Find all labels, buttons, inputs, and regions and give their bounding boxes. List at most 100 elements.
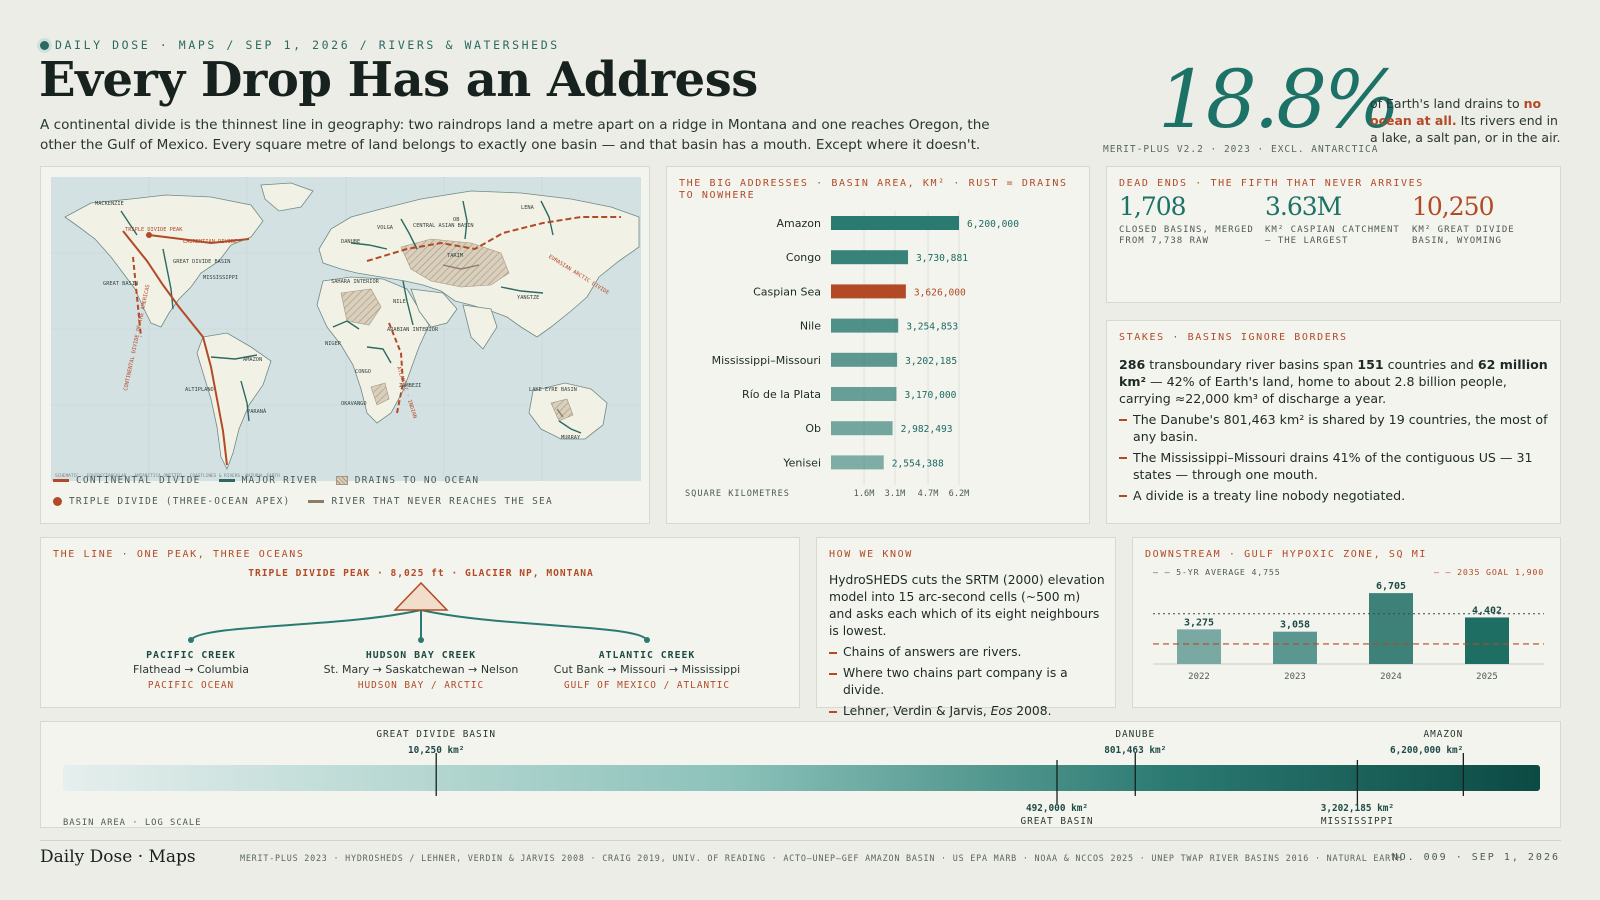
label-ob: OB (453, 217, 459, 223)
stat-closed-basins: 1,708 CLOSED BASINS, MERGED FROM 7,738 R… (1119, 192, 1259, 246)
label-lena: LENA (521, 205, 535, 211)
how-bullet: Chains of answers are rivers. (829, 644, 1105, 661)
cite-year: 2008. (1012, 704, 1052, 718)
bar-category-label: Nile (800, 320, 821, 333)
stakes-body: 286 transboundary river basins span 151 … (1119, 356, 1549, 504)
stakes-n2: 151 (1357, 357, 1384, 372)
hypoxic-bar (1369, 593, 1413, 664)
world-map-card: MACKENZIE TRIPLE DIVIDE PEAK LAURENTIAN … (40, 166, 650, 524)
branch-ocean: GULF OF MEXICO / ATLANTIC (564, 680, 730, 691)
hypoxic-bar (1177, 629, 1221, 664)
scale-point-value: 492,000 km² (1026, 803, 1088, 814)
legend-never-sea-label: RIVER THAT NEVER REACHES THE SEA (331, 496, 553, 507)
map-legend-row-1: CONTINENTAL DIVIDE MAJOR RIVER DRAINS TO… (53, 475, 479, 486)
label-laurentian: LAURENTIAN DIVIDE (183, 239, 237, 245)
hero-note: MERIT-PLUS V2.2 · 2023 · EXCL. ANTARCTIC… (1103, 144, 1379, 155)
how-caption: HOW WE KNOW (829, 549, 913, 560)
label-yangtze: YANGTZE (517, 295, 539, 301)
stakes-bullet: A divide is a treaty line nobody negotia… (1119, 487, 1549, 504)
log-scale-card: BASIN AREA · LOG SCALE GREAT DIVIDE BASI… (40, 721, 1561, 828)
label-tarim: TARIM (447, 253, 463, 259)
label-niger: NIGER (325, 341, 342, 347)
branch-ocean: PACIFIC OCEAN (148, 680, 234, 691)
stakes-bullet: The Danube's 801,463 km² is shared by 19… (1119, 411, 1549, 445)
footer-sources: MERIT-PLUS 2023 · HYDROSHEDS / LEHNER, V… (240, 853, 1403, 863)
branch-name: HUDSON BAY CREEK (366, 650, 476, 661)
how-paragraph: HydroSHEDS cuts the SRTM (2000) elevatio… (829, 573, 1105, 638)
bar (831, 421, 893, 436)
bar-tick-label: 4.7M (918, 489, 939, 499)
map-legend-row-2: TRIPLE DIVIDE (THREE-OCEAN APEX) RIVER T… (53, 496, 553, 507)
bar (831, 216, 959, 230)
stakes-t3: — 42% of Earth's land, home to about 2.8… (1119, 374, 1507, 406)
page-title: Every Drop Has an Address (39, 52, 758, 108)
bar-tick-label: 6.2M (949, 489, 970, 499)
avg-legend: — — 5-YR AVERAGE 4,755 (1153, 567, 1281, 577)
branch-name: PACIFIC CREEK (146, 650, 236, 661)
stat-caspian: 3.63M KM² CASPIAN CATCHMENT — THE LARGES… (1265, 192, 1405, 246)
legend-river-label: MAJOR RIVER (241, 475, 318, 486)
stat-great-divide-value: 10,250 (1412, 192, 1494, 221)
branch-atlantic (420, 609, 648, 641)
bar (831, 352, 898, 367)
bar-category-label: Río de la Plata (742, 388, 821, 401)
peak-triangle-icon (393, 581, 449, 611)
footer-rule (40, 840, 1561, 841)
label-murray: MURRAY (561, 435, 581, 441)
how-we-know-card: HOW WE KNOW HydroSHEDS cuts the SRTM (20… (816, 537, 1116, 718)
stakes-paragraph: 286 transboundary river basins span 151 … (1119, 356, 1549, 407)
hypoxic-bar (1465, 617, 1509, 664)
stat-great-divide: 10,250 KM² GREAT DIVIDE BASIN, WYOMING (1412, 192, 1552, 246)
label-mackenzie: MACKENZIE (95, 201, 124, 207)
bar (831, 284, 906, 299)
label-arabian: ARABIAN INTERIOR (387, 327, 439, 333)
stat-closed-basins-label: CLOSED BASINS, MERGED FROM 7,738 RAW (1119, 225, 1254, 246)
legend-continental-label: CONTINENTAL DIVIDE (76, 475, 201, 486)
kicker-text: DAILY DOSE · MAPS / SEP 1, 2026 / RIVERS… (55, 38, 560, 52)
stat-closed-basins-value: 1,708 (1119, 192, 1187, 221)
hero-text-pre: of Earth's land drains to (1370, 96, 1524, 111)
label-lake-eyre: LAKE EYRE BASIN (529, 387, 577, 393)
how-bullet: Where two chains part company is a divid… (829, 665, 1105, 699)
label-sahara: SAHARA INTERIOR (331, 279, 380, 285)
hypoxic-value-label: 6,705 (1376, 581, 1406, 592)
scale-point-value: 3,202,185 km² (1321, 803, 1394, 814)
continental-divide-swatch-icon (53, 479, 69, 482)
scale-point-name: MISSISSIPPI (1321, 816, 1394, 827)
bar-axis-label: SQUARE KILOMETRES (685, 489, 790, 499)
basin-area-log-scale: BASIN AREA · LOG SCALE GREAT DIVIDE BASI… (63, 729, 1540, 828)
scale-bar (63, 765, 1540, 791)
bar-value-label: 3,730,881 (916, 253, 968, 264)
scale-point-name: GREAT DIVIDE BASIN (376, 729, 496, 740)
bar-category-label: Ob (805, 422, 821, 435)
legend-never-sea: RIVER THAT NEVER REACHES THE SEA (308, 496, 552, 507)
goal-legend: — — 2035 GOAL 1,900 (1434, 567, 1544, 577)
triple-divide-dot-icon (53, 497, 62, 506)
legend-triple-label: TRIPLE DIVIDE (THREE-OCEAN APEX) (69, 496, 291, 507)
hypoxic-zone-card: DOWNSTREAM · GULF HYPOXIC ZONE, SQ MI — … (1132, 537, 1561, 708)
legend-river: MAJOR RIVER (218, 475, 318, 486)
basin-area-bar-chart: Amazon 6,200,000 Congo 3,730,881 Caspian Sea… (685, 211, 1019, 499)
label-volga: VOLGA (377, 225, 394, 231)
scale-axis-label: BASIN AREA · LOG SCALE (63, 818, 202, 828)
footer-issue: NO. 009 · SEP 1, 2026 (1391, 852, 1560, 863)
hypoxic-value-label: 3,058 (1280, 620, 1310, 631)
hypoxic-year-label: 2025 (1476, 672, 1498, 682)
label-danube: DANUBE (341, 239, 360, 245)
stat-great-divide-label: KM² GREAT DIVIDE BASIN, WYOMING (1412, 225, 1515, 246)
stat-caspian-label: KM² CASPIAN CATCHMENT — THE LARGEST (1265, 225, 1400, 246)
bar-category-label: Amazon (777, 217, 821, 230)
bar-category-label: Yenisei (782, 456, 821, 469)
world-map: MACKENZIE TRIPLE DIVIDE PEAK LAURENTIAN … (51, 177, 641, 481)
branch-ocean: HUDSON BAY / ARCTIC (358, 680, 484, 691)
stakes-card: STAKES · BASINS IGNORE BORDERS 286 trans… (1106, 320, 1561, 524)
bar-category-label: Caspian Sea (753, 285, 821, 298)
branch-pacific (190, 609, 422, 641)
scale-point-value: 10,250 km² (408, 745, 464, 756)
stakes-caption: STAKES · BASINS IGNORE BORDERS (1119, 332, 1348, 343)
scale-point-name: DANUBE (1115, 729, 1155, 740)
bar (831, 387, 897, 401)
scale-point-value: 6,200,000 km² (1390, 745, 1463, 756)
label-mississippi: MISSISSIPPI (203, 275, 238, 281)
hypoxic-year-label: 2023 (1284, 672, 1306, 682)
